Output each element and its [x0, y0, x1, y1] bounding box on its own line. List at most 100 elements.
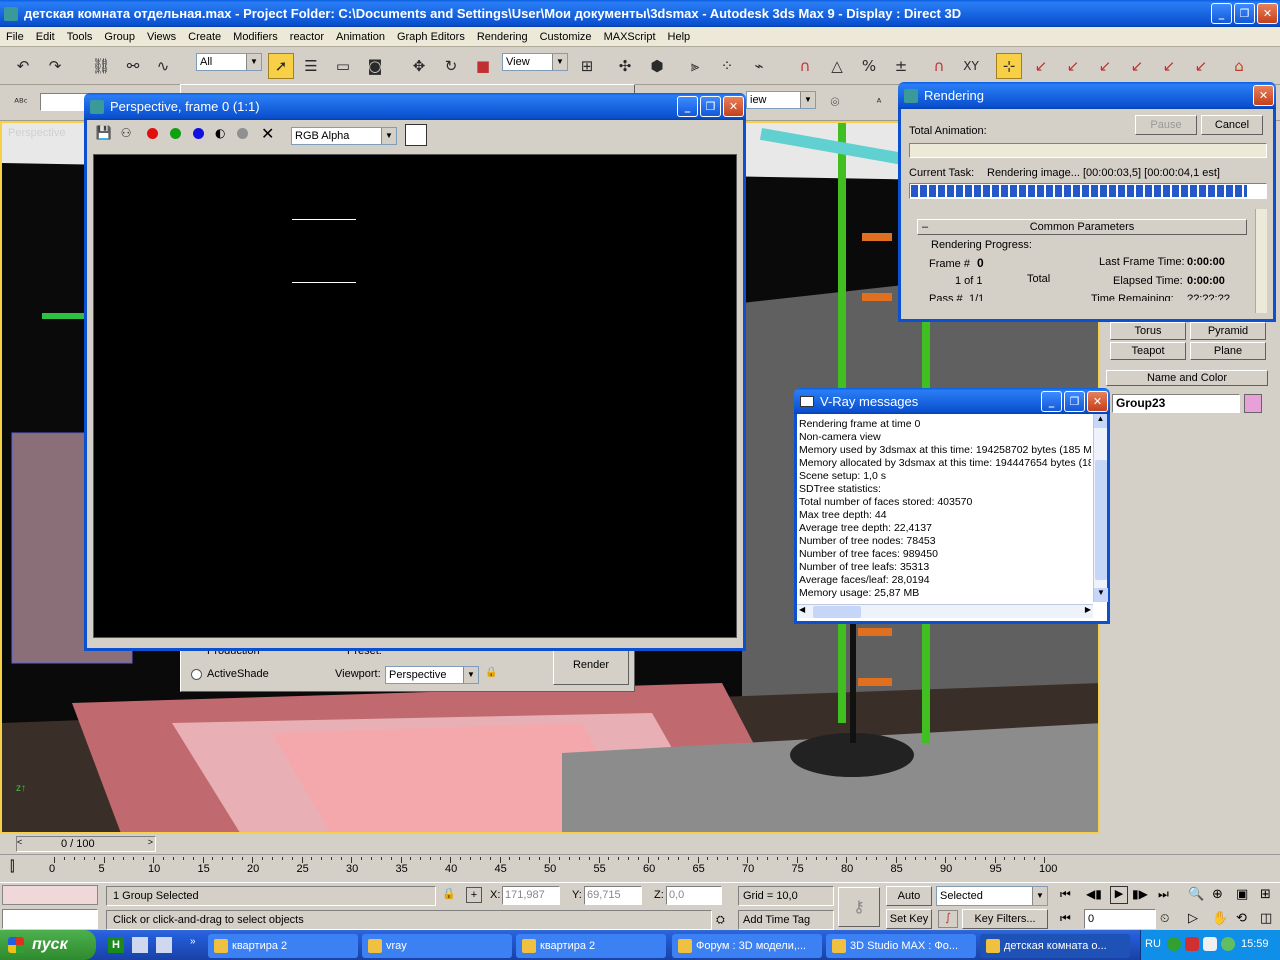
common-params-rollout[interactable]: – Common Parameters	[917, 219, 1247, 235]
menu-maxscript[interactable]: MAXScript	[598, 31, 662, 43]
hscroll-thumb[interactable]	[813, 606, 861, 618]
red-channel-icon[interactable]	[147, 128, 158, 139]
scroll-up-icon[interactable]: ▲	[1094, 414, 1107, 428]
menu-animation[interactable]: Animation	[330, 31, 391, 43]
slider-next-icon[interactable]: >	[148, 837, 153, 847]
scroll-thumb[interactable]	[1095, 460, 1107, 580]
mono-channel-icon[interactable]	[237, 128, 248, 139]
frame-minimize-button[interactable]: _	[677, 96, 698, 117]
scroll-right-icon[interactable]: ▶	[1085, 605, 1091, 614]
absolute-mode-icon[interactable]: +	[466, 887, 482, 903]
taskbar-item[interactable]: квартира 2	[516, 934, 666, 958]
select-link-icon[interactable]: ⛓	[88, 53, 114, 79]
menu-tools[interactable]: Tools	[61, 31, 99, 43]
mirror-icon[interactable]: ⫸	[682, 53, 708, 79]
orbit-icon[interactable]: ⟲	[1236, 911, 1247, 926]
rect-selection-icon[interactable]: ▭	[330, 53, 356, 79]
tray-icon-3[interactable]	[1203, 937, 1217, 951]
tray-icon-4[interactable]	[1221, 937, 1235, 951]
render-scene-icon[interactable]: ↙	[1028, 53, 1054, 79]
snap-3d-icon[interactable]: ∩	[792, 53, 818, 79]
y-coord-field[interactable]: 69,715	[584, 886, 642, 905]
keyboard-shortcut-icon[interactable]: ⬢	[644, 53, 670, 79]
vray-minimize-button[interactable]: _	[1041, 390, 1062, 412]
tray-app-icon[interactable]	[1167, 937, 1181, 951]
scrollbar[interactable]	[1255, 209, 1267, 313]
fov-icon[interactable]: ▷	[1188, 911, 1198, 926]
scroll-down-icon[interactable]: ▼	[1094, 588, 1108, 602]
taskbar-item[interactable]: Форум : 3D модели,...	[672, 934, 822, 958]
torus-button[interactable]: Torus	[1110, 322, 1186, 340]
time-slider[interactable]: < 0 / 100 >	[16, 836, 156, 852]
tray-icon-2[interactable]	[1185, 937, 1199, 951]
close-button[interactable]: ✕	[1257, 3, 1278, 24]
next-frame-icon[interactable]: ▮▶	[1132, 887, 1148, 901]
render-button[interactable]: Render	[553, 645, 629, 685]
frame-maximize-button[interactable]: ❐	[700, 96, 721, 117]
scale-icon[interactable]: ■	[470, 53, 496, 79]
taskbar-item[interactable]: детская комната о...	[980, 934, 1130, 958]
z-coord-field[interactable]: 0,0	[666, 886, 722, 905]
quicklaunch-more-icon[interactable]: »	[190, 936, 196, 947]
menu-reactor[interactable]: reactor	[284, 31, 330, 43]
key-mode-toggle-icon[interactable]: ⏮	[1060, 911, 1071, 926]
activeshade-radio[interactable]	[191, 669, 202, 680]
angle-snap-icon[interactable]: △	[824, 53, 850, 79]
set-key-button[interactable]: Set Key	[886, 909, 932, 929]
quicklaunch-3-icon[interactable]	[156, 937, 172, 953]
unlink-icon[interactable]: ⚯	[120, 53, 146, 79]
menu-help[interactable]: Help	[662, 31, 697, 43]
maxscript-listener-top[interactable]	[2, 885, 98, 905]
menu-group[interactable]: Group	[98, 31, 141, 43]
menu-file[interactable]: File	[0, 31, 30, 43]
x-coord-field[interactable]: 171,987	[502, 886, 560, 905]
vray-vscroll[interactable]: ▲ ▼	[1093, 414, 1108, 602]
alpha-channel-icon[interactable]: ◐	[215, 126, 225, 140]
menu-customize[interactable]: Customize	[534, 31, 598, 43]
align-icon[interactable]: ⌁	[746, 53, 772, 79]
color-swatch[interactable]	[405, 124, 427, 146]
object-name-field[interactable]: Group23	[1112, 394, 1240, 413]
abc-tool-icon[interactable]: ᴬᴮᶜ	[8, 89, 34, 115]
render-region-icon[interactable]: ↙	[1188, 53, 1214, 79]
blue-channel-icon[interactable]	[193, 128, 204, 139]
frame-close-button[interactable]: ✕	[723, 96, 744, 117]
auto-key-button[interactable]: Auto Key	[886, 886, 932, 920]
selected-combo[interactable]: Selected ▼	[936, 886, 1048, 906]
ref-coord-combo[interactable]: View ▼	[502, 53, 568, 71]
minimize-button[interactable]: _	[1211, 3, 1232, 24]
key-tangent-icon[interactable]: ∫	[938, 910, 958, 928]
redo-icon[interactable]: ↷	[42, 53, 68, 79]
selection-lock-icon[interactable]: 🔒	[442, 887, 456, 900]
zoom-extents-all-icon[interactable]: ⊞	[1260, 887, 1271, 902]
manipulate-icon[interactable]: ✣	[612, 53, 638, 79]
move-icon[interactable]: ✥	[406, 53, 432, 79]
time-tag-icon[interactable]: ⛭	[716, 913, 725, 927]
activeshade-label[interactable]: ActiveShade	[207, 668, 269, 680]
taskbar-item[interactable]: vray	[362, 934, 512, 958]
curve-editor-icon[interactable]: ∩	[926, 53, 952, 79]
zoom-all-icon[interactable]: ⊕	[1212, 887, 1223, 902]
maxscript-listener-bottom[interactable]	[2, 909, 98, 929]
plane-button[interactable]: Plane	[1190, 342, 1266, 360]
start-button[interactable]: пуск	[0, 930, 96, 960]
quicklaunch-1-icon[interactable]: Н	[108, 937, 124, 953]
vray-close-button[interactable]: ✕	[1087, 390, 1108, 412]
pyramid-button[interactable]: Pyramid	[1190, 322, 1266, 340]
select-object-icon[interactable]: ➚	[268, 53, 294, 79]
add-time-tag[interactable]: Add Time Tag	[738, 910, 834, 930]
rotate-icon[interactable]: ↻	[438, 53, 464, 79]
go-to-start-icon[interactable]: ⏮	[1060, 887, 1071, 902]
zoom-extents-icon[interactable]: ▣	[1236, 887, 1248, 902]
time-config-icon[interactable]: ⏲	[1160, 911, 1169, 926]
clone-window-icon[interactable]: ⚇	[117, 124, 135, 142]
zoom-icon[interactable]: 🔍	[1188, 887, 1204, 902]
slider-prev-icon[interactable]: <	[17, 837, 22, 847]
key-mode-button[interactable]: ⚷	[838, 887, 880, 927]
vray-maximize-button[interactable]: ❐	[1064, 390, 1085, 412]
menu-graph-editors[interactable]: Graph Editors	[391, 31, 471, 43]
pan-icon[interactable]: ✋	[1212, 911, 1228, 926]
menu-modifiers[interactable]: Modifiers	[227, 31, 284, 43]
material-editor-icon[interactable]: ⊹	[996, 53, 1022, 79]
window-crossing-icon[interactable]: ◙	[362, 53, 388, 79]
